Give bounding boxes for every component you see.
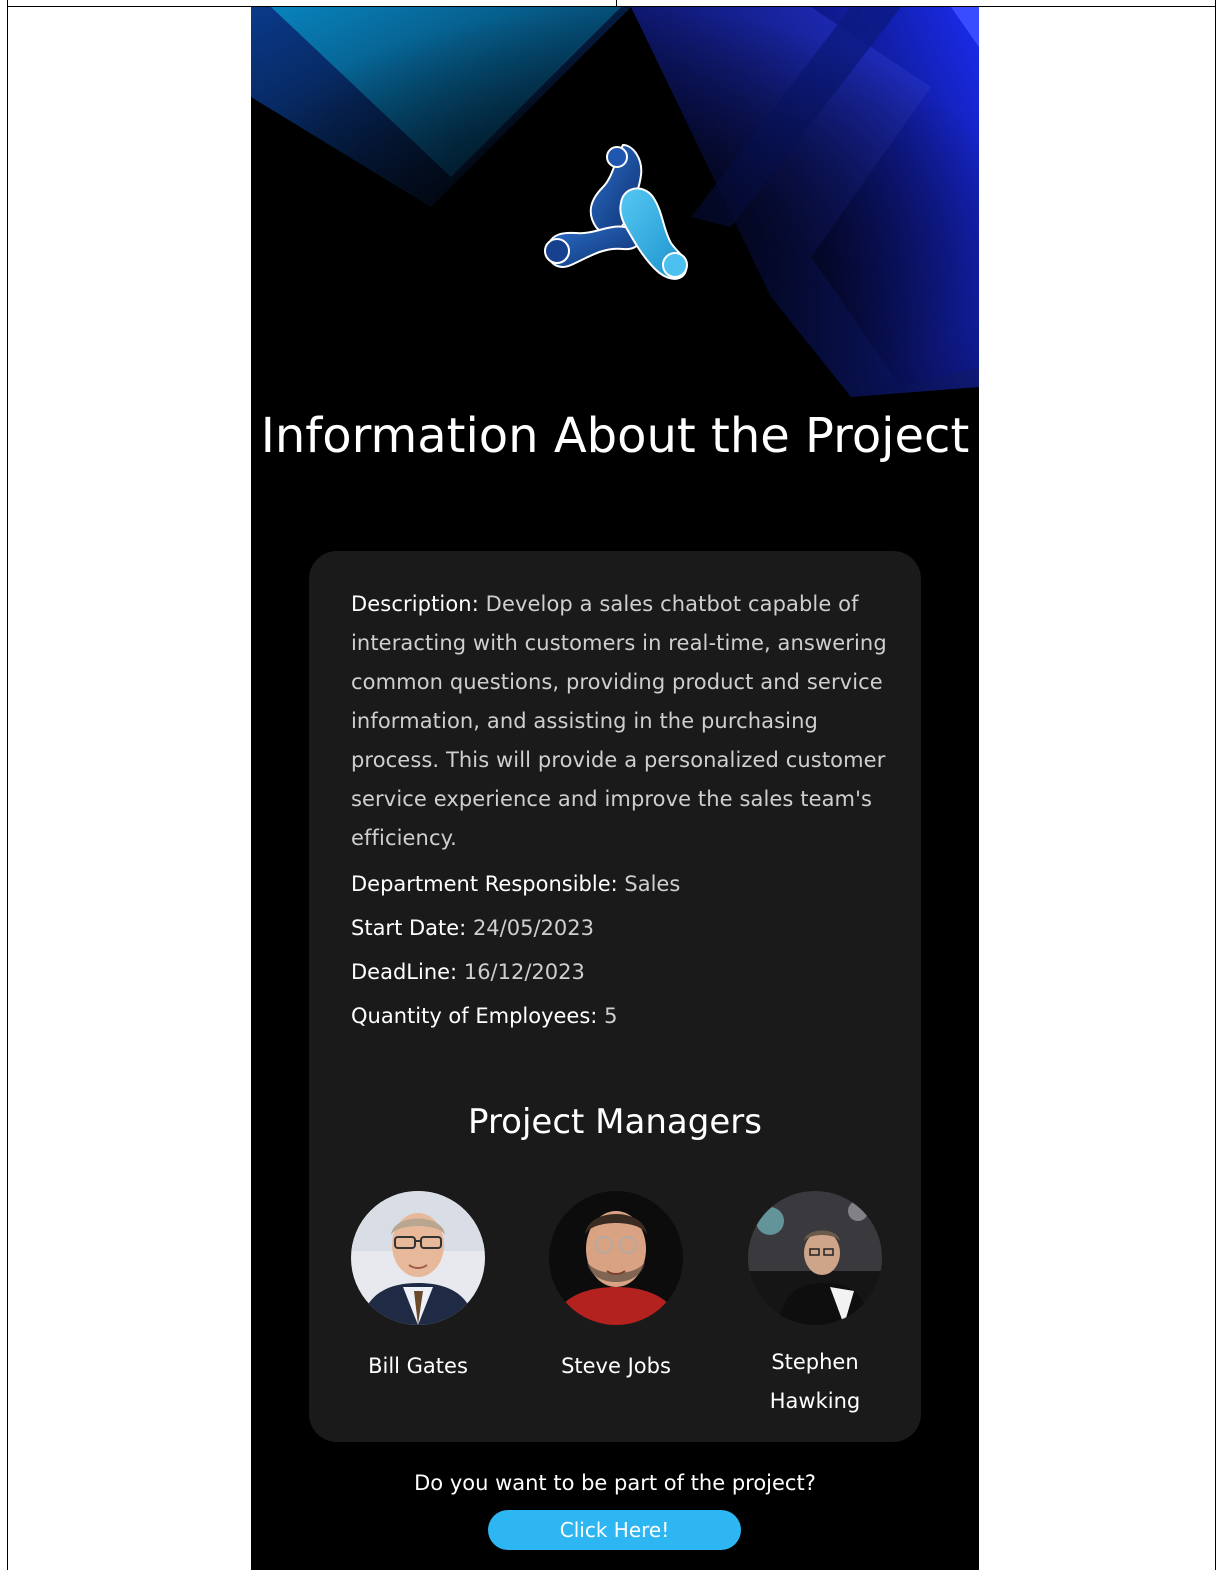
project-details: Description: Develop a sales chatbot cap… <box>351 585 896 1031</box>
manager-card: Bill Gates <box>333 1191 503 1386</box>
manager-name: Steve Jobs <box>561 1354 671 1378</box>
manager-name: Bill Gates <box>368 1354 468 1378</box>
deadline-row: DeadLine: 16/12/2023 <box>351 957 896 987</box>
frame-left-border <box>7 0 8 1570</box>
project-info-card: Description: Develop a sales chatbot cap… <box>309 551 921 1442</box>
manager-name: Stephen Hawking <box>769 1350 861 1413</box>
employees-row: Quantity of Employees: 5 <box>351 1001 896 1031</box>
employees-value: 5 <box>604 1004 618 1028</box>
deadline-value: 16/12/2023 <box>463 960 585 984</box>
avatar <box>351 1191 485 1325</box>
employees-label: Quantity of Employees: <box>351 1004 598 1028</box>
frame-right-border <box>1215 0 1216 1570</box>
cta-question: Do you want to be part of the project? <box>414 1471 816 1495</box>
deadline-label: DeadLine: <box>351 960 458 984</box>
department-row: Department Responsible: Sales <box>351 869 896 899</box>
manager-card: Steve Jobs <box>531 1191 701 1386</box>
frame-divider <box>616 0 617 7</box>
department-label: Department Responsible: <box>351 872 618 896</box>
description-paragraph: Description: Develop a sales chatbot cap… <box>351 585 896 858</box>
email-body: Information About the Project Descriptio… <box>251 7 979 1570</box>
hero-banner <box>251 7 979 397</box>
start-date-row: Start Date: 24/05/2023 <box>351 913 896 943</box>
avatar <box>549 1191 683 1325</box>
managers-title: Project Managers <box>468 1102 762 1142</box>
manager-card: Stephen Hawking <box>730 1191 900 1421</box>
description-text: Develop a sales chatbot capable of inter… <box>351 592 887 850</box>
department-value: Sales <box>624 872 681 896</box>
start-date-value: 24/05/2023 <box>472 916 594 940</box>
page-title: Information About the Project <box>260 408 970 464</box>
start-date-label: Start Date: <box>351 916 467 940</box>
description-label: Description: <box>351 592 479 616</box>
hero-graphic <box>251 7 979 397</box>
avatar <box>748 1191 882 1325</box>
click-here-button[interactable]: Click Here! <box>488 1510 741 1550</box>
